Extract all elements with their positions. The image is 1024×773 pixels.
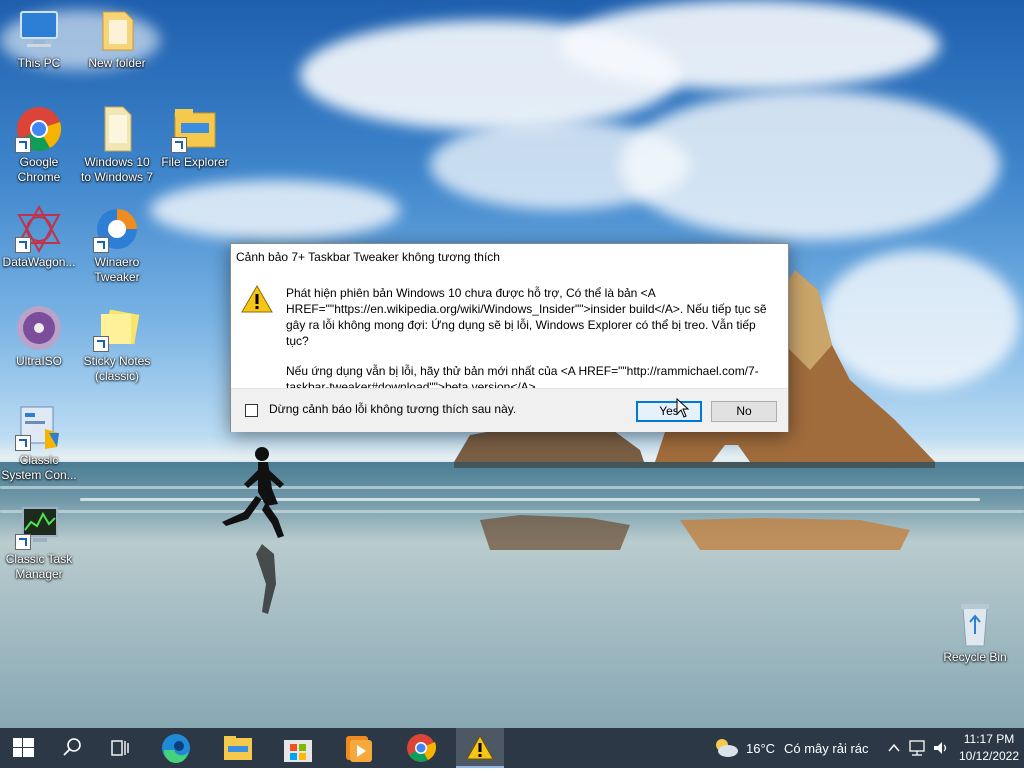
file-explorer-icon [171, 105, 219, 153]
search-icon [63, 738, 81, 756]
dont-warn-checkbox-label[interactable]: Dừng cảnh báo lỗi không tương thích sau … [269, 402, 516, 416]
dialog-message: Phát hiện phiên bản Windows 10 chưa được… [286, 285, 781, 395]
weather-partly-cloudy-icon[interactable] [712, 736, 740, 760]
weather-temperature[interactable]: 16°C [746, 741, 775, 756]
datawagon-icon [15, 204, 63, 254]
taskbar: 16°C Có mây rải rác 11:17 PM 10/12/2022 [0, 728, 1024, 768]
icon-label: This PC [17, 56, 61, 70]
warning-icon [466, 734, 494, 760]
shortcut-arrow-icon [93, 336, 109, 352]
desktop-icon-classic-system-con[interactable]: Classic System Con... [0, 403, 78, 483]
sticky-notes-icon [93, 304, 141, 352]
task-manager-icon [15, 502, 63, 550]
cloud [430, 120, 690, 210]
message-paragraph-1: Phát hiện phiên bản Windows 10 chưa được… [286, 286, 767, 348]
folder-icon [224, 736, 252, 760]
start-button[interactable] [0, 728, 48, 768]
icon-label: Recycle Bin [943, 650, 1007, 664]
volume-icon[interactable] [932, 739, 950, 757]
desktop-icon-new-folder[interactable]: New folder [78, 6, 156, 71]
shortcut-arrow-icon [15, 534, 31, 550]
mouse-cursor-icon [676, 398, 690, 418]
chrome-icon [407, 734, 437, 762]
taskbar-media-player[interactable] [334, 728, 382, 768]
search-button[interactable] [48, 728, 96, 768]
taskbar-chrome[interactable] [397, 728, 445, 768]
folder-icon [93, 6, 141, 54]
shortcut-arrow-icon [171, 137, 187, 153]
weather-description[interactable]: Có mây rải rác [784, 741, 869, 756]
icon-label: Classic System Con... [1, 453, 77, 482]
desktop-icon-this-pc[interactable]: This PC [0, 6, 78, 71]
cloud [150, 180, 400, 240]
winaero-icon [93, 205, 141, 253]
computer-icon [15, 6, 63, 54]
windows-logo-icon [13, 738, 34, 757]
taskbar-edge[interactable] [152, 728, 200, 768]
icon-label: File Explorer [161, 155, 229, 169]
icon-label: New folder [88, 56, 146, 70]
network-icon[interactable] [908, 739, 926, 757]
store-icon [284, 740, 312, 762]
icon-label: Sticky Notes (classic) [83, 354, 151, 383]
task-view-button[interactable] [96, 728, 144, 768]
dialog-footer: Dừng cảnh báo lỗi không tương thích sau … [231, 388, 788, 432]
desktop-icon-google-chrome[interactable]: Google Chrome [0, 105, 78, 185]
icon-label: Winaero Tweaker [94, 255, 140, 284]
yes-button[interactable]: Yes [636, 401, 702, 422]
file-icon [93, 105, 141, 153]
taskbar-microsoft-store[interactable] [274, 728, 322, 768]
taskbar-7tt-warning[interactable] [456, 728, 504, 768]
control-panel-icon [15, 403, 63, 451]
desktop-icon-classic-task-manager[interactable]: Classic Task Manager [0, 502, 78, 582]
taskbar-file-explorer[interactable] [214, 728, 262, 768]
desktop-icon-windows10-to-windows7[interactable]: Windows 10 to Windows 7 [78, 105, 156, 185]
clock-time[interactable]: 11:17 PM [960, 732, 1018, 746]
compatibility-warning-dialog: Cảnh bảo 7+ Taskbar Tweaker không tương … [230, 243, 789, 432]
desktop-icon-file-explorer[interactable]: File Explorer [156, 105, 234, 170]
icon-label: Classic Task Manager [5, 552, 73, 581]
shortcut-arrow-icon [15, 237, 31, 253]
dialog-title: Cảnh bảo 7+ Taskbar Tweaker không tương … [236, 250, 500, 264]
shortcut-arrow-icon [15, 435, 31, 451]
recycle-bin-icon [951, 600, 999, 648]
desktop-icon-datawagon[interactable]: DataWagon... [0, 204, 78, 270]
chrome-icon [15, 105, 63, 153]
media-player-icon [346, 736, 372, 762]
icon-label: UltraISO [15, 354, 62, 368]
desktop-icon-winaero-tweaker[interactable]: Winaero Tweaker [78, 205, 156, 285]
desktop-icon-ultraiso[interactable]: UltraISO [0, 304, 78, 369]
shortcut-arrow-icon [93, 237, 109, 253]
icon-label: Google Chrome [17, 155, 61, 184]
clock-date[interactable]: 10/12/2022 [958, 749, 1020, 763]
desktop-icon-recycle-bin[interactable]: Recycle Bin [936, 600, 1014, 665]
dialog-body: Phát hiện phiên bản Windows 10 chưa được… [231, 270, 788, 394]
edge-icon [162, 734, 190, 764]
icon-label: Windows 10 to Windows 7 [80, 155, 154, 184]
warning-icon [241, 284, 273, 313]
chevron-up-icon[interactable] [886, 740, 902, 756]
cloud [560, 0, 940, 90]
dont-warn-checkbox[interactable] [245, 404, 258, 417]
task-view-icon [111, 740, 129, 756]
no-button[interactable]: No [711, 401, 777, 422]
icon-label: DataWagon... [2, 255, 76, 269]
disc-icon [15, 304, 63, 352]
desktop-icon-sticky-notes[interactable]: Sticky Notes (classic) [78, 304, 156, 384]
runner-silhouette [222, 447, 284, 614]
shortcut-arrow-icon [15, 137, 31, 153]
